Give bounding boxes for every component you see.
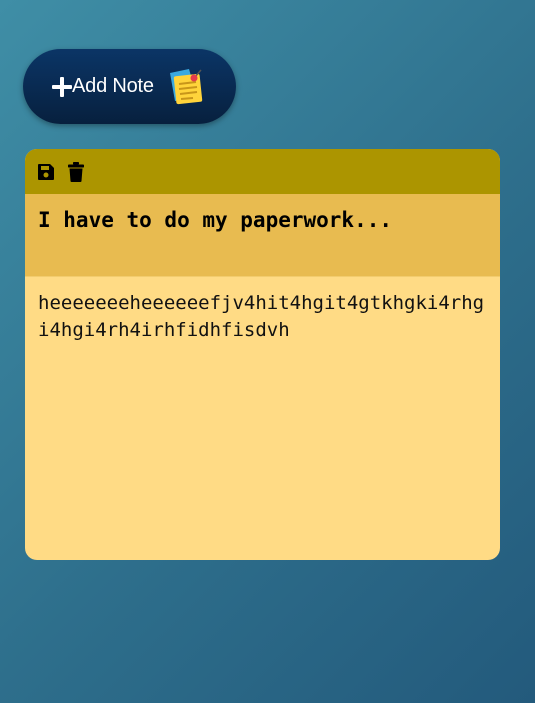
note-title[interactable]: I have to do my paperwork... <box>25 194 500 277</box>
note-card: I have to do my paperwork... heeeeeeehee… <box>25 149 500 560</box>
add-note-button[interactable]: Add Note <box>23 49 236 124</box>
trash-icon[interactable] <box>67 161 85 182</box>
note-toolbar <box>25 149 500 194</box>
add-note-label: Add Note <box>72 75 154 97</box>
plus-icon <box>52 76 72 97</box>
sticky-note-icon <box>169 68 202 104</box>
note-body[interactable]: heeeeeeeheeeeeefjv4hit4hgit4gtkhgki4rhgi… <box>25 277 500 560</box>
save-icon[interactable] <box>37 162 55 182</box>
